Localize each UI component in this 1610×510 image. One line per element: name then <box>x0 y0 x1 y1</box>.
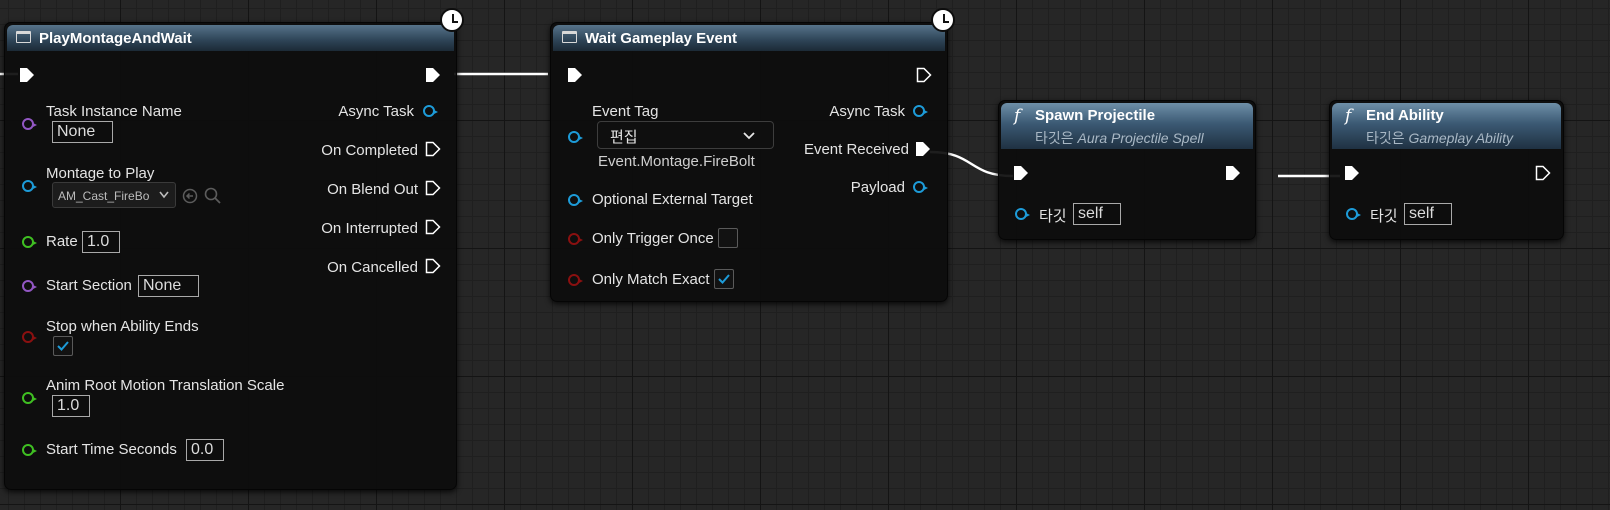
event-received-label: Event Received <box>803 141 909 158</box>
subtitle-prefix: 타깃은 <box>1035 130 1074 146</box>
optional-external-target-pin[interactable] <box>568 194 583 206</box>
node-title: Spawn Projectile <box>1035 107 1156 124</box>
payload-pin[interactable] <box>913 181 928 193</box>
on-completed-exec-pin[interactable] <box>425 141 441 157</box>
payload-label: Payload <box>850 179 905 196</box>
event-received-exec-pin[interactable] <box>915 141 931 157</box>
play-montage-and-wait-node[interactable]: PlayMontageAndWait Task Instance Name No… <box>4 22 457 490</box>
stop-when-ability-ends-checkbox[interactable] <box>53 336 73 356</box>
event-tag-value: Event.Montage.FireBolt <box>598 153 755 170</box>
subtitle-class: Gameplay Ability <box>1408 130 1514 146</box>
node-title: End Ability <box>1366 107 1444 124</box>
target-label: 타깃 <box>1039 208 1067 225</box>
only-match-exact-checkbox[interactable] <box>714 269 734 289</box>
function-icon: f <box>1345 106 1352 126</box>
on-completed-label: On Completed <box>321 142 418 159</box>
node-header[interactable]: Wait Gameplay Event <box>553 25 945 51</box>
on-cancelled-exec-pin[interactable] <box>425 258 441 274</box>
wait-gameplay-event-node[interactable]: Wait Gameplay Event Event Tag 편집 Event.M… <box>550 22 948 302</box>
anim-root-motion-pin[interactable] <box>22 392 37 404</box>
only-trigger-once-checkbox[interactable] <box>718 228 738 248</box>
on-cancelled-label: On Cancelled <box>327 259 418 276</box>
async-task-output-label: Async Task <box>338 103 414 120</box>
only-trigger-once-label: Only Trigger Once <box>592 230 714 247</box>
event-tag-edit-dropdown[interactable]: 편집 <box>597 121 774 149</box>
target-pin[interactable] <box>1346 208 1361 220</box>
only-trigger-once-pin[interactable] <box>568 233 583 245</box>
anim-root-motion-field[interactable]: 1.0 <box>52 395 90 417</box>
node-subtitle: 타깃은 Gameplay Ability <box>1366 128 1513 148</box>
checkmark-icon <box>57 341 69 351</box>
on-interrupted-exec-pin[interactable] <box>425 219 441 235</box>
anim-root-motion-label: Anim Root Motion Translation Scale <box>46 377 285 394</box>
start-time-seconds-pin[interactable] <box>22 444 37 456</box>
node-header[interactable]: PlayMontageAndWait <box>7 25 454 51</box>
target-label: 타깃 <box>1370 208 1398 225</box>
target-pin[interactable] <box>1015 208 1030 220</box>
rate-field[interactable]: 1.0 <box>82 231 120 253</box>
rate-pin[interactable] <box>22 236 37 248</box>
end-ability-node[interactable]: f End Ability 타깃은 Gameplay Ability 타깃 se… <box>1329 100 1564 240</box>
subtitle-prefix: 타깃은 <box>1366 130 1405 146</box>
exec-in-pin[interactable] <box>567 67 583 83</box>
start-section-pin[interactable] <box>22 280 37 292</box>
node-header[interactable]: f Spawn Projectile 타깃은 Aura Projectile S… <box>1001 103 1253 149</box>
latent-clock-icon <box>440 8 464 32</box>
rate-label: Rate <box>46 233 78 250</box>
optional-external-target-label: Optional External Target <box>592 191 753 208</box>
async-task-output-pin[interactable] <box>913 105 928 117</box>
montage-asset-dropdown[interactable]: AM_Cast_FireBo <box>52 182 176 208</box>
checkmark-icon <box>718 274 730 284</box>
latent-clock-icon <box>931 8 955 32</box>
montage-to-play-pin[interactable] <box>22 180 37 192</box>
event-tag-label: Event Tag <box>592 103 659 120</box>
node-header[interactable]: f End Ability 타깃은 Gameplay Ability <box>1332 103 1561 149</box>
stop-when-ability-ends-label: Stop when Ability Ends <box>46 318 199 335</box>
on-blend-out-label: On Blend Out <box>327 181 418 198</box>
exec-in-pin[interactable] <box>1013 165 1029 181</box>
montage-to-play-label: Montage to Play <box>46 165 155 182</box>
search-icon[interactable] <box>204 187 222 205</box>
task-instance-name-pin[interactable] <box>22 118 37 130</box>
on-blend-out-exec-pin[interactable] <box>425 180 441 196</box>
only-match-exact-label: Only Match Exact <box>592 271 710 288</box>
exec-in-pin[interactable] <box>19 67 35 83</box>
montage-asset-value: AM_Cast_FireBo <box>58 189 150 203</box>
async-task-output-pin[interactable] <box>423 105 438 117</box>
event-tag-dropdown-label: 편집 <box>610 129 638 146</box>
start-section-label: Start Section <box>46 277 132 294</box>
event-tag-pin[interactable] <box>568 131 583 143</box>
on-interrupted-label: On Interrupted <box>321 220 418 237</box>
stop-when-ability-ends-pin[interactable] <box>22 331 37 343</box>
target-self-field[interactable]: self <box>1404 203 1452 225</box>
browse-back-icon[interactable] <box>182 188 198 204</box>
chevron-down-icon <box>743 132 755 140</box>
start-section-field[interactable]: None <box>138 275 199 297</box>
exec-out-pin[interactable] <box>916 67 932 83</box>
node-icon <box>562 31 577 43</box>
node-icon <box>16 31 31 43</box>
node-title: PlayMontageAndWait <box>39 30 192 47</box>
exec-out-pin[interactable] <box>1535 165 1551 181</box>
task-instance-name-label: Task Instance Name <box>46 103 182 120</box>
only-match-exact-pin[interactable] <box>568 274 583 286</box>
target-self-field[interactable]: self <box>1073 203 1121 225</box>
async-task-output-label: Async Task <box>829 103 905 120</box>
node-subtitle: 타깃은 Aura Projectile Spell <box>1035 128 1204 148</box>
function-icon: f <box>1014 106 1021 126</box>
start-time-seconds-field[interactable]: 0.0 <box>186 439 224 461</box>
node-title: Wait Gameplay Event <box>585 30 737 47</box>
subtitle-class: Aura Projectile Spell <box>1077 130 1204 146</box>
exec-in-pin[interactable] <box>1344 165 1360 181</box>
exec-out-pin[interactable] <box>1225 165 1241 181</box>
task-instance-name-field[interactable]: None <box>52 121 113 143</box>
chevron-down-icon <box>159 191 169 199</box>
exec-out-pin[interactable] <box>425 67 441 83</box>
spawn-projectile-node[interactable]: f Spawn Projectile 타깃은 Aura Projectile S… <box>998 100 1256 240</box>
start-time-seconds-label: Start Time Seconds <box>46 441 177 458</box>
